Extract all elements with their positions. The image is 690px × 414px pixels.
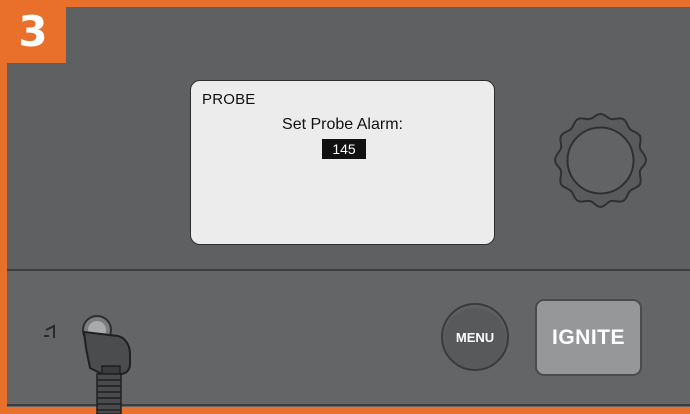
menu-button[interactable]: MENU <box>441 303 509 371</box>
probe-alarm-value[interactable]: 145 <box>322 139 366 159</box>
lcd-display: PROBE Set Probe Alarm: 145 <box>190 80 495 245</box>
device-frame: 3 PROBE Set Probe Alarm: 145 MENU IGNITE <box>0 0 690 414</box>
probe-port-icon <box>44 315 131 414</box>
rotary-dial-icon[interactable] <box>543 103 658 218</box>
step-number-badge: 3 <box>0 0 66 63</box>
display-prompt: Set Probe Alarm: <box>282 116 403 133</box>
ignite-button[interactable]: IGNITE <box>535 299 642 376</box>
display-mode-label: PROBE <box>202 91 256 108</box>
